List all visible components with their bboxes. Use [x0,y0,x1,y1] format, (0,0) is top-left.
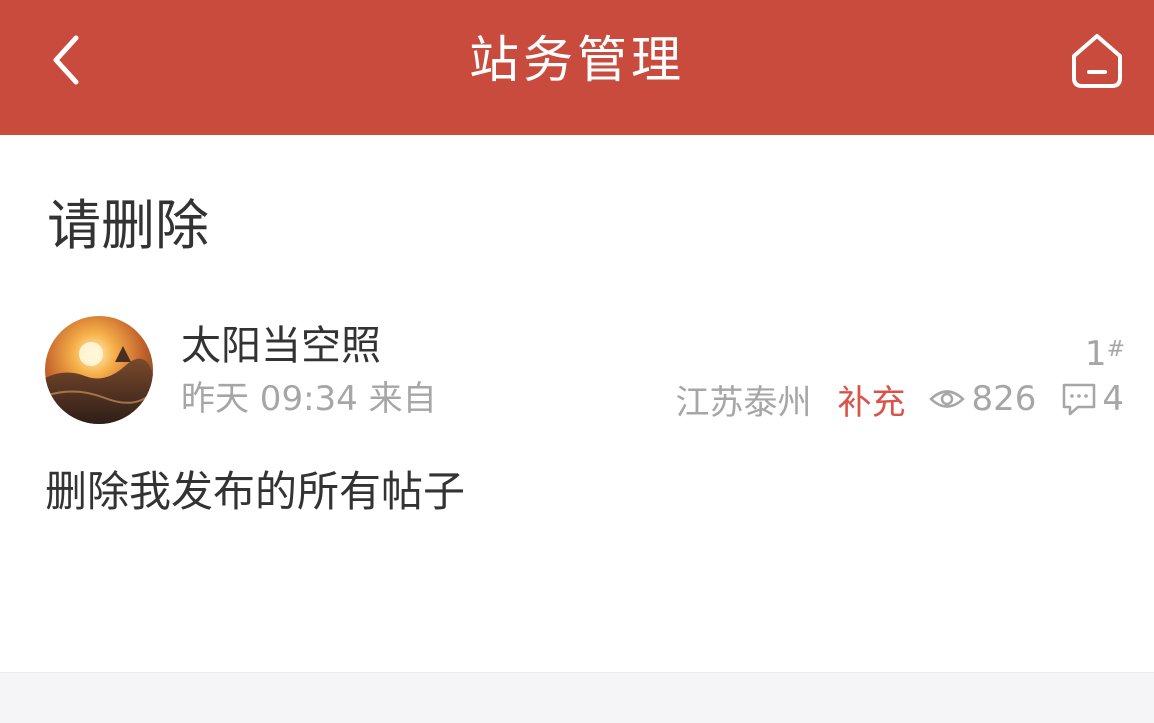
author-name[interactable]: 太阳当空照 [181,320,381,372]
comment-icon[interactable] [1060,381,1098,417]
avatar[interactable] [45,316,153,424]
floor-number: 1# [1085,330,1125,378]
home-button[interactable] [1066,30,1128,92]
home-icon [1072,34,1122,88]
location-text: 江苏泰州 [675,382,812,423]
sunset-avatar [45,316,153,424]
views-count: 826 [971,379,1037,419]
post-time: 昨天 09:34 [181,379,358,419]
page-footer-divider [0,672,1154,723]
floor-value: 1 [1084,334,1107,374]
post-title: 请删除 [47,194,209,257]
source-label: 来自 [368,379,437,419]
top-navigation-bar: 站务管理 [0,0,1154,135]
page-title: 站务管理 [469,31,685,89]
supplement-link[interactable]: 补充 [837,375,905,424]
floor-mark: # [1106,337,1125,362]
post-stats: 江苏泰州 补充 826 4 [675,375,1124,424]
comments-count: 4 [1102,379,1124,419]
post-meta: 昨天 09:34 来自 [181,376,437,422]
post-body: 删除我发布的所有帖子 [45,467,466,516]
eye-icon [929,390,966,408]
